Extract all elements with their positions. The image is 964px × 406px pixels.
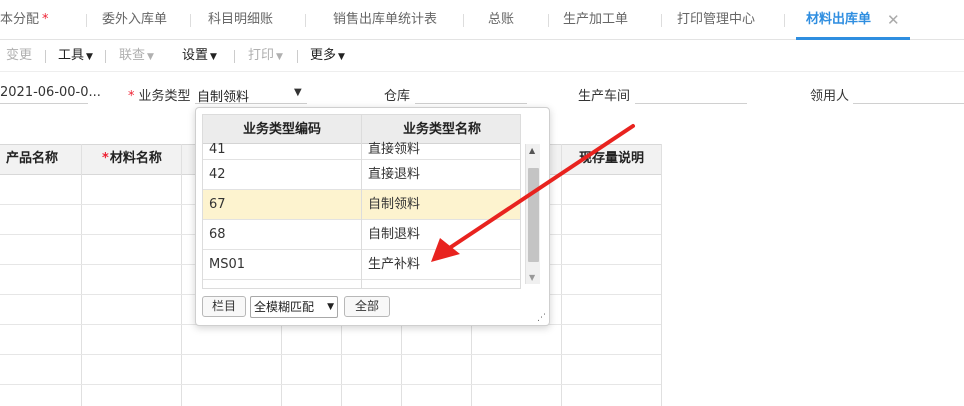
change-button[interactable]: 变更: [6, 40, 32, 72]
col-header-name: 业务类型名称: [402, 122, 481, 137]
tab-divider: [784, 14, 785, 27]
warehouse-field[interactable]: [415, 103, 527, 104]
grid-col-divider: [561, 144, 562, 406]
toolbar: 变更 工具 ▼ 联查 ▼ 设置 ▼ 打印 ▼ 更多 ▼: [0, 40, 964, 72]
row-code: 67: [209, 197, 226, 212]
tab-divider: [305, 14, 306, 27]
list-item[interactable]: 41 直接领料: [203, 142, 520, 160]
chevron-down-icon: ▼: [276, 52, 283, 62]
grid-row-line: [0, 384, 661, 385]
workshop-label: 生产车间: [578, 89, 631, 104]
material-outbound-page: 本分配 * 委外入库单 科目明细账 销售出库单统计表 总账 生产加工单 打印管理中…: [0, 0, 964, 406]
grid-row-line: [0, 354, 661, 355]
col-header-code: 业务类型编码: [242, 122, 321, 137]
toolbar-divider: [234, 50, 235, 63]
scrollbar[interactable]: ▲ ▼: [525, 144, 540, 284]
tab-outsourced-inbound[interactable]: 委外入库单: [102, 0, 167, 40]
row-name: 直接退料: [368, 167, 421, 182]
tab-general-ledger[interactable]: 总账: [488, 0, 514, 40]
tab-bar: 本分配 * 委外入库单 科目明细账 销售出库单统计表 总账 生产加工单 打印管理中…: [0, 0, 964, 40]
toolbar-divider: [297, 50, 298, 63]
tab-divider: [548, 14, 549, 27]
more-menu[interactable]: 更多 ▼: [310, 40, 345, 72]
close-icon[interactable]: ✕: [887, 0, 900, 40]
settings-menu[interactable]: 设置 ▼: [182, 40, 217, 72]
linked-query-menu[interactable]: 联查 ▼: [119, 40, 154, 72]
row-name: 自制退料: [368, 227, 421, 242]
receiver-label: 领用人: [810, 89, 850, 104]
more-label: 更多: [310, 48, 337, 63]
tab-material-outbound[interactable]: 材料出库单: [806, 0, 871, 40]
chevron-down-icon[interactable]: ▼: [294, 87, 302, 98]
row-code: 41: [209, 142, 226, 157]
scroll-thumb[interactable]: [528, 168, 539, 262]
list-item[interactable]: MS01 生产补料: [203, 250, 520, 280]
tab-divider: [86, 14, 87, 27]
biz-type-table: 业务类型编码 业务类型名称 41 直接领料 42 直接退料 67 自制领料 68…: [202, 114, 521, 289]
list-item-selected[interactable]: 67 自制领料: [203, 190, 520, 220]
row-name: 直接领料: [368, 142, 421, 157]
biz-type-label-text: 业务类型: [138, 89, 191, 104]
workshop-field[interactable]: [635, 103, 747, 104]
grid-header-material-name[interactable]: *材料名称: [96, 144, 162, 175]
tab-label: 本分配: [0, 12, 40, 27]
tab-divider: [190, 14, 191, 27]
biz-type-table-header: 业务类型编码 业务类型名称: [203, 115, 520, 144]
biz-type-dropdown-panel: 业务类型编码 业务类型名称 41 直接领料 42 直接退料 67 自制领料 68…: [195, 107, 550, 326]
tab-cost-allocation[interactable]: 本分配 *: [0, 0, 49, 40]
columns-button[interactable]: 栏目: [202, 296, 246, 317]
chevron-down-icon: ▼: [147, 52, 154, 62]
chevron-down-icon: ▼: [338, 52, 345, 62]
settings-label: 设置: [182, 48, 209, 63]
tab-sales-outbound-stats[interactable]: 销售出库单统计表: [333, 0, 437, 40]
list-item[interactable]: 42 直接退料: [203, 160, 520, 190]
required-asterisk: *: [128, 89, 135, 104]
row-name: 自制领料: [368, 197, 421, 212]
required-asterisk: *: [102, 151, 109, 166]
biz-type-underline: [195, 103, 307, 104]
chevron-down-icon: ▼: [210, 52, 217, 62]
scroll-down-arrow-icon[interactable]: ▼: [529, 273, 535, 282]
list-item[interactable]: 68 自制退料: [203, 220, 520, 250]
required-asterisk: *: [42, 12, 49, 27]
scroll-up-arrow-icon[interactable]: ▲: [529, 146, 535, 155]
grid-col-divider: [181, 144, 182, 406]
warehouse-label: 仓库: [384, 89, 411, 104]
chevron-down-icon: ▼: [86, 52, 93, 62]
toolbar-divider: [45, 50, 46, 63]
print-menu[interactable]: 打印 ▼: [248, 40, 283, 72]
grid-col-divider: [81, 144, 82, 406]
toolbar-divider: [105, 50, 106, 63]
date-underline: [0, 103, 88, 104]
tab-divider: [661, 14, 662, 27]
grid-header-stock-note[interactable]: 现存量说明: [573, 144, 644, 175]
grid-col-divider: [661, 144, 662, 406]
row-code: 42: [209, 167, 226, 182]
match-mode-select[interactable]: 全模糊匹配 ▼: [250, 296, 338, 318]
table-col-divider: [361, 115, 362, 288]
receiver-field[interactable]: [853, 103, 964, 104]
tab-account-detail[interactable]: 科目明细账: [208, 0, 273, 40]
print-label: 打印: [248, 48, 275, 63]
material-name-text: 材料名称: [109, 151, 162, 166]
resize-grip-icon[interactable]: ⋰: [537, 313, 546, 323]
tools-label: 工具: [58, 48, 85, 63]
row-code: 68: [209, 227, 226, 242]
tab-production-order[interactable]: 生产加工单: [563, 0, 628, 40]
tab-divider: [463, 14, 464, 27]
row-name: 生产补料: [368, 257, 421, 272]
match-mode-value: 全模糊匹配: [254, 300, 315, 314]
tools-menu[interactable]: 工具 ▼: [58, 40, 93, 72]
all-button[interactable]: 全部: [344, 296, 390, 317]
row-code: MS01: [209, 257, 246, 272]
linked-label: 联查: [119, 48, 146, 63]
biz-type-label: * 业务类型: [128, 85, 191, 104]
tab-print-center[interactable]: 打印管理中心: [677, 0, 755, 40]
date-field[interactable]: 2021-06-00-0...: [0, 85, 101, 100]
grid-header-product-name[interactable]: 产品名称: [0, 144, 58, 175]
chevron-down-icon: ▼: [327, 302, 334, 312]
